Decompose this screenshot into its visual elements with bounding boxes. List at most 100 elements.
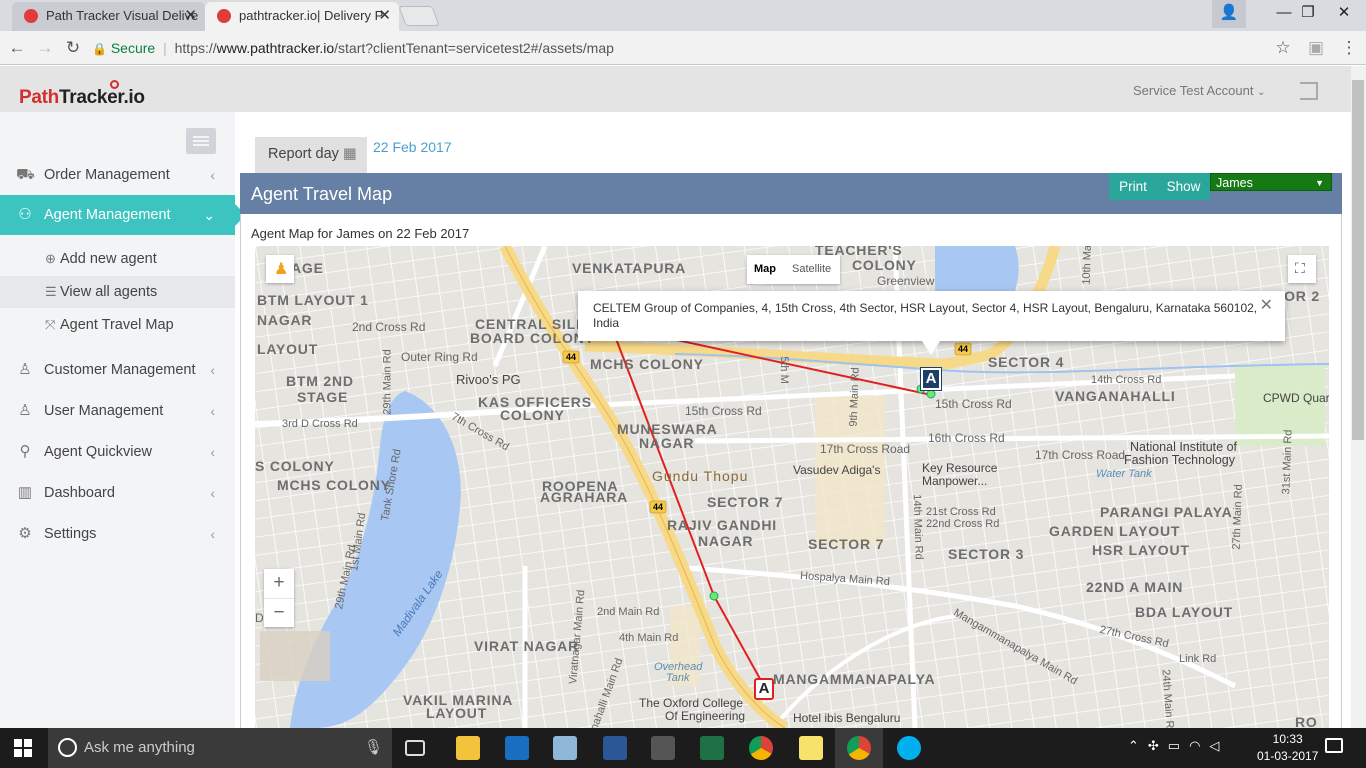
map-label: MANGAMMANAPALYA [773,671,936,687]
map-label: Greenview [877,274,935,288]
scrollbar-thumb[interactable] [1352,80,1364,440]
sidebar-item-dashboard[interactable]: ▥ Dashboard ‹ [0,473,235,513]
map-label: 10th Main Rd [1080,246,1095,285]
map-label: 15th Cross Rd [935,397,1012,411]
chevron-left-icon: ‹ [210,485,215,501]
url-scheme: https:// [174,40,217,56]
sidebar-item-agent-quickview[interactable]: ⚲ Agent Quickview ‹ [0,432,235,472]
list-icon: ☰ [45,284,57,299]
panel-title: Agent Travel Map [251,184,393,204]
map-label: GARDEN LAYOUT [1049,523,1181,539]
close-tab-icon[interactable]: ✕ [184,2,197,29]
close-icon[interactable]: ✕ [1260,298,1273,314]
outlook-icon[interactable] [505,736,529,760]
logout-icon[interactable] [1300,82,1318,100]
hamburger-menu-icon[interactable] [186,128,216,154]
truck-icon: ⛟ [16,166,35,183]
sidebar-item-label: User Management [44,403,164,419]
chrome-menu-icon[interactable]: ⋮ [1338,37,1360,59]
new-tab-button[interactable] [398,6,440,26]
sidebar-subitem-agent-travel-map[interactable]: ⤧ Agent Travel Map [0,309,235,341]
report-date[interactable]: 22 Feb 2017 [373,139,452,155]
calendar-icon: ▦ [342,146,357,162]
show-button[interactable]: Show [1157,173,1210,200]
user-icon: ♙ [18,402,32,419]
map-label: Hotel ibis Bengaluru [793,711,901,725]
notifications-icon[interactable] [1325,738,1343,753]
chrome-icon-active[interactable] [847,736,871,760]
sidebar-subitem-view-all-agents[interactable]: ☰ View all agents [0,276,235,308]
sidebar-subitem-add-new-agent[interactable]: ⊕ Add new agent [0,243,235,275]
map-label: COLONY [852,257,917,273]
back-icon[interactable]: ← [6,37,28,59]
skype-icon[interactable] [897,736,921,760]
taskbar-clock[interactable]: 10:33 01-03-2017 [1257,731,1318,765]
agent-select[interactable]: James ▼ [1210,173,1332,191]
map-info-window: CELTEM Group of Companies, 4, 15th Cross… [578,291,1285,355]
microphone-icon[interactable]: 🎙 [364,728,383,768]
file-explorer-icon[interactable] [456,736,480,760]
sublime-icon[interactable] [651,736,675,760]
sidebar-item-user-management[interactable]: ♙ User Management ‹ [0,391,235,431]
map-type-control[interactable]: Map Satellite [747,255,840,284]
browser-tab-title: pathtracker.io| Delivery P [239,8,384,23]
sidebar-item-order-management[interactable]: ⛟ Order Management ‹ [0,155,235,195]
user-profile-icon[interactable]: 👤 [1212,0,1246,28]
map-type-satellite[interactable]: Satellite [792,255,831,284]
browser-tab-active[interactable]: pathtracker.io| Delivery P ✕ [205,2,399,31]
fullscreen-icon[interactable]: ⛶ [1288,255,1316,283]
sidebar-item-label: Dashboard [44,485,115,501]
sidebar-subitem-label: Add new agent [60,251,157,267]
marker-end[interactable]: A [920,367,942,391]
account-dropdown[interactable]: Service Test Account ⌄ [1133,83,1265,98]
map-label: Tank [666,672,690,684]
user-icon: ♙ [18,361,32,378]
reload-icon[interactable]: ↻ [62,37,84,59]
map-label: 9th Main Rd [847,367,862,427]
task-view-icon[interactable] [405,740,425,756]
map-type-map[interactable]: Map [754,255,776,284]
word-icon[interactable] [603,736,627,760]
sidebar-item-label: Order Management [44,167,170,183]
street-view-pegman-icon[interactable]: ♟ [266,255,294,283]
map-label: 4th Main Rd [619,632,679,644]
close-tab-icon[interactable]: ✕ [378,2,391,29]
url-input[interactable]: 🔒 Secure | https://www.pathtracker.io/st… [92,35,1298,61]
sidebar-item-settings[interactable]: ⚙ Settings ‹ [0,514,235,554]
pdf-extension-icon[interactable]: ▣ [1305,37,1327,59]
pathtracker-favicon-icon [24,9,38,23]
chrome-icon[interactable] [749,736,773,760]
map-label: MCHS COLONY [277,477,391,493]
motorbike-icon: ⚲ [19,443,31,460]
windows-start-icon[interactable] [14,739,32,757]
map-label: Link Rd [1179,653,1217,665]
zoom-in-button[interactable]: + [264,569,294,598]
print-button[interactable]: Print [1109,173,1157,200]
system-tray[interactable]: ⌃✣▭◠◁ [1128,738,1228,754]
cortana-icon [58,738,77,757]
map-label: SECTOR 7 [707,494,784,510]
app-icon[interactable] [553,736,577,760]
sidebar-item-label: Agent Quickview [44,444,152,460]
cortana-search-input[interactable]: Ask me anything 🎙 [48,728,392,768]
zoom-out-button[interactable]: − [264,598,294,627]
sidebar-item-customer-management[interactable]: ♙ Customer Management ‹ [0,350,235,390]
map-label: Manpower... [922,474,988,488]
sticky-notes-icon[interactable] [799,736,823,760]
map-label: AGE [291,260,324,276]
map-label: COLONY [500,407,565,423]
sidebar-item-agent-management[interactable]: ⚇ Agent Management ⌄ [0,195,246,235]
marker-start[interactable]: A [754,678,774,700]
pathtracker-logo[interactable]: PathTracker.io [19,87,145,109]
excel-icon[interactable] [700,736,724,760]
map-label: National Institute of [1130,440,1238,454]
browser-tab[interactable]: Path Tracker Visual Delive ✕ [12,2,205,31]
close-window-icon[interactable]: ✕ [1322,0,1366,28]
map-label: 21st Cross Rd [926,506,996,518]
svg-text:44: 44 [653,502,663,512]
report-day-button[interactable]: Report day ▦ [255,137,367,173]
bookmark-star-icon[interactable]: ☆ [1272,37,1294,59]
map-label: Fashion Technology [1124,453,1235,467]
forward-icon[interactable]: → [34,37,56,59]
map-label: BOARD COLONY [470,330,595,346]
